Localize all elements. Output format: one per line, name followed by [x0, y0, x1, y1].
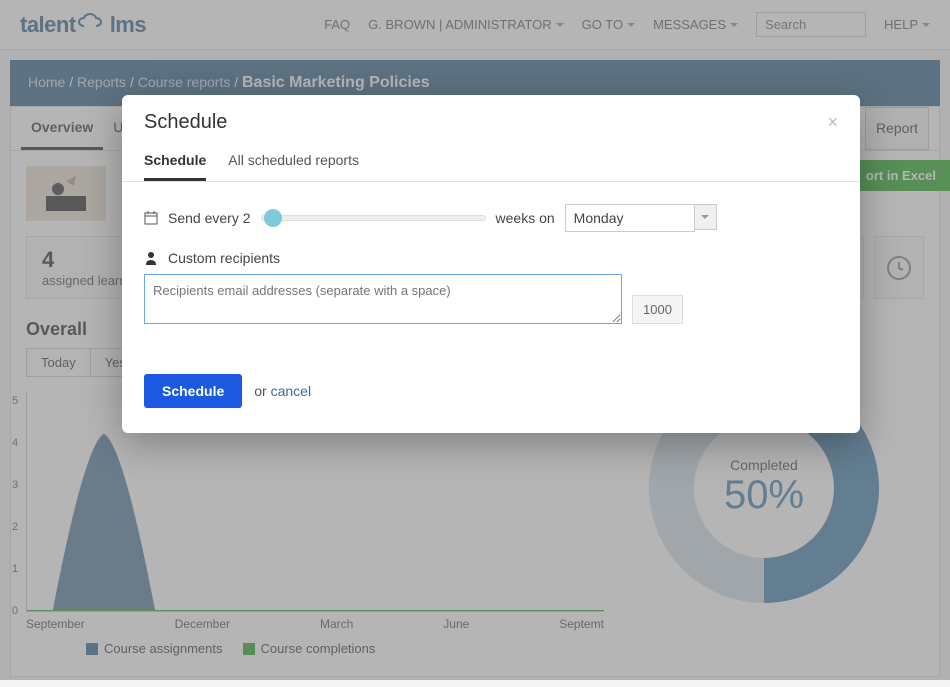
recipients-input[interactable]	[144, 274, 622, 324]
frequency-slider[interactable]	[261, 215, 486, 221]
char-count: 1000	[632, 295, 683, 324]
day-select[interactable]: Monday	[565, 204, 695, 232]
modal-title: Schedule	[144, 111, 227, 134]
person-icon	[144, 251, 158, 265]
or-cancel-text: or cancel	[254, 383, 311, 399]
modal-tab-all-reports[interactable]: All scheduled reports	[228, 142, 359, 181]
weeks-on-label: weeks on	[496, 210, 555, 226]
send-every-label: Send every 2	[168, 210, 251, 226]
close-icon[interactable]: ×	[827, 112, 838, 133]
custom-recipients-label: Custom recipients	[168, 250, 280, 266]
modal-tab-schedule[interactable]: Schedule	[144, 142, 206, 181]
cancel-link[interactable]: cancel	[271, 383, 311, 399]
slider-thumb[interactable]	[264, 209, 282, 227]
schedule-modal: Schedule × Schedule All scheduled report…	[122, 95, 860, 433]
calendar-icon	[144, 211, 158, 225]
chevron-down-icon[interactable]	[695, 204, 717, 230]
schedule-button[interactable]: Schedule	[144, 374, 242, 408]
